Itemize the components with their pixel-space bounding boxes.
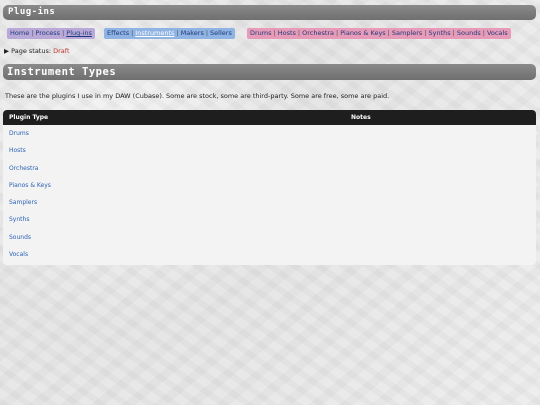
table-row: Sounds	[3, 229, 536, 246]
nav-link-pianos-keys[interactable]: Pianos & Keys	[340, 29, 385, 37]
disclosure-triangle-icon[interactable]: ▶	[4, 47, 9, 55]
plugins-nav: Effects | Instruments | Makers | Sellers	[104, 28, 235, 39]
nav-separator: |	[31, 29, 34, 37]
row-link-sounds[interactable]: Sounds	[9, 234, 31, 241]
row-link-vocals[interactable]: Vocals	[9, 251, 28, 258]
main-nav: Home | Process | Plug-ins	[7, 28, 95, 39]
nav-link-effects[interactable]: Effects	[107, 29, 129, 37]
row-link-pianos-keys[interactable]: Pianos & Keys	[9, 182, 51, 189]
row-link-hosts[interactable]: Hosts	[9, 147, 26, 154]
table-row: Pianos & Keys	[3, 177, 536, 194]
nav-separator: |	[176, 29, 179, 37]
nav-link-synths[interactable]: Synths	[429, 29, 451, 37]
nav-link-orchestra[interactable]: Orchestra	[302, 29, 334, 37]
plugin-types-table: Plugin Type Notes Drums Hosts Orchestra …	[3, 110, 536, 265]
nav-link-home[interactable]: Home	[10, 29, 29, 37]
page-title-bar: Plug-ins	[3, 5, 536, 20]
nav-link-instruments[interactable]: Instruments	[135, 29, 174, 37]
nav-link-sellers[interactable]: Sellers	[210, 29, 232, 37]
table-row: Orchestra	[3, 160, 536, 177]
table-row: Synths	[3, 211, 536, 228]
nav-link-hosts[interactable]: Hosts	[278, 29, 296, 37]
nav-separator: |	[273, 29, 276, 37]
nav-separator: |	[131, 29, 134, 37]
instrument-types-nav: Drums | Hosts | Orchestra | Pianos & Keys | Samp…	[247, 28, 511, 39]
section-heading: Instrument Types	[7, 66, 117, 78]
nav-link-sounds[interactable]: Sounds	[457, 29, 481, 37]
nav-separator: |	[62, 29, 65, 37]
nav-separator: |	[482, 29, 485, 37]
nav-link-vocals[interactable]: Vocals	[487, 29, 508, 37]
page-title: Plug-ins	[8, 7, 56, 17]
nav-link-drums[interactable]: Drums	[250, 29, 272, 37]
nav-separator: |	[297, 29, 301, 37]
nav-separator: |	[424, 29, 427, 37]
intro-text: These are the plugins I use in my DAW (C…	[5, 92, 390, 100]
page-status-value: Draft	[53, 47, 70, 55]
table-row: Samplers	[3, 194, 536, 211]
row-link-orchestra[interactable]: Orchestra	[9, 165, 38, 172]
nav-separator: |	[336, 29, 339, 37]
table-row: Hosts	[3, 142, 536, 159]
nav-separator: |	[452, 29, 455, 37]
nav-link-plugins[interactable]: Plug-ins	[66, 29, 92, 37]
nav-link-samplers[interactable]: Samplers	[392, 29, 422, 37]
section-heading-bar: Instrument Types	[3, 64, 536, 80]
table-row: Vocals	[3, 246, 536, 263]
column-header-plugin-type: Plugin Type	[9, 114, 49, 121]
page-status[interactable]: ▶ Page status: Draft	[4, 47, 70, 55]
page-status-label: Page status:	[11, 47, 52, 55]
nav-separator: |	[205, 29, 209, 37]
table-header: Plugin Type Notes	[3, 110, 536, 125]
column-header-notes: Notes	[351, 114, 371, 121]
nav-separator: |	[387, 29, 390, 37]
row-link-synths[interactable]: Synths	[9, 216, 29, 223]
row-link-samplers[interactable]: Samplers	[9, 199, 37, 206]
table-row: Drums	[3, 125, 536, 142]
row-link-drums[interactable]: Drums	[9, 130, 29, 137]
nav-link-makers[interactable]: Makers	[181, 29, 204, 37]
nav-link-process[interactable]: Process	[35, 29, 60, 37]
